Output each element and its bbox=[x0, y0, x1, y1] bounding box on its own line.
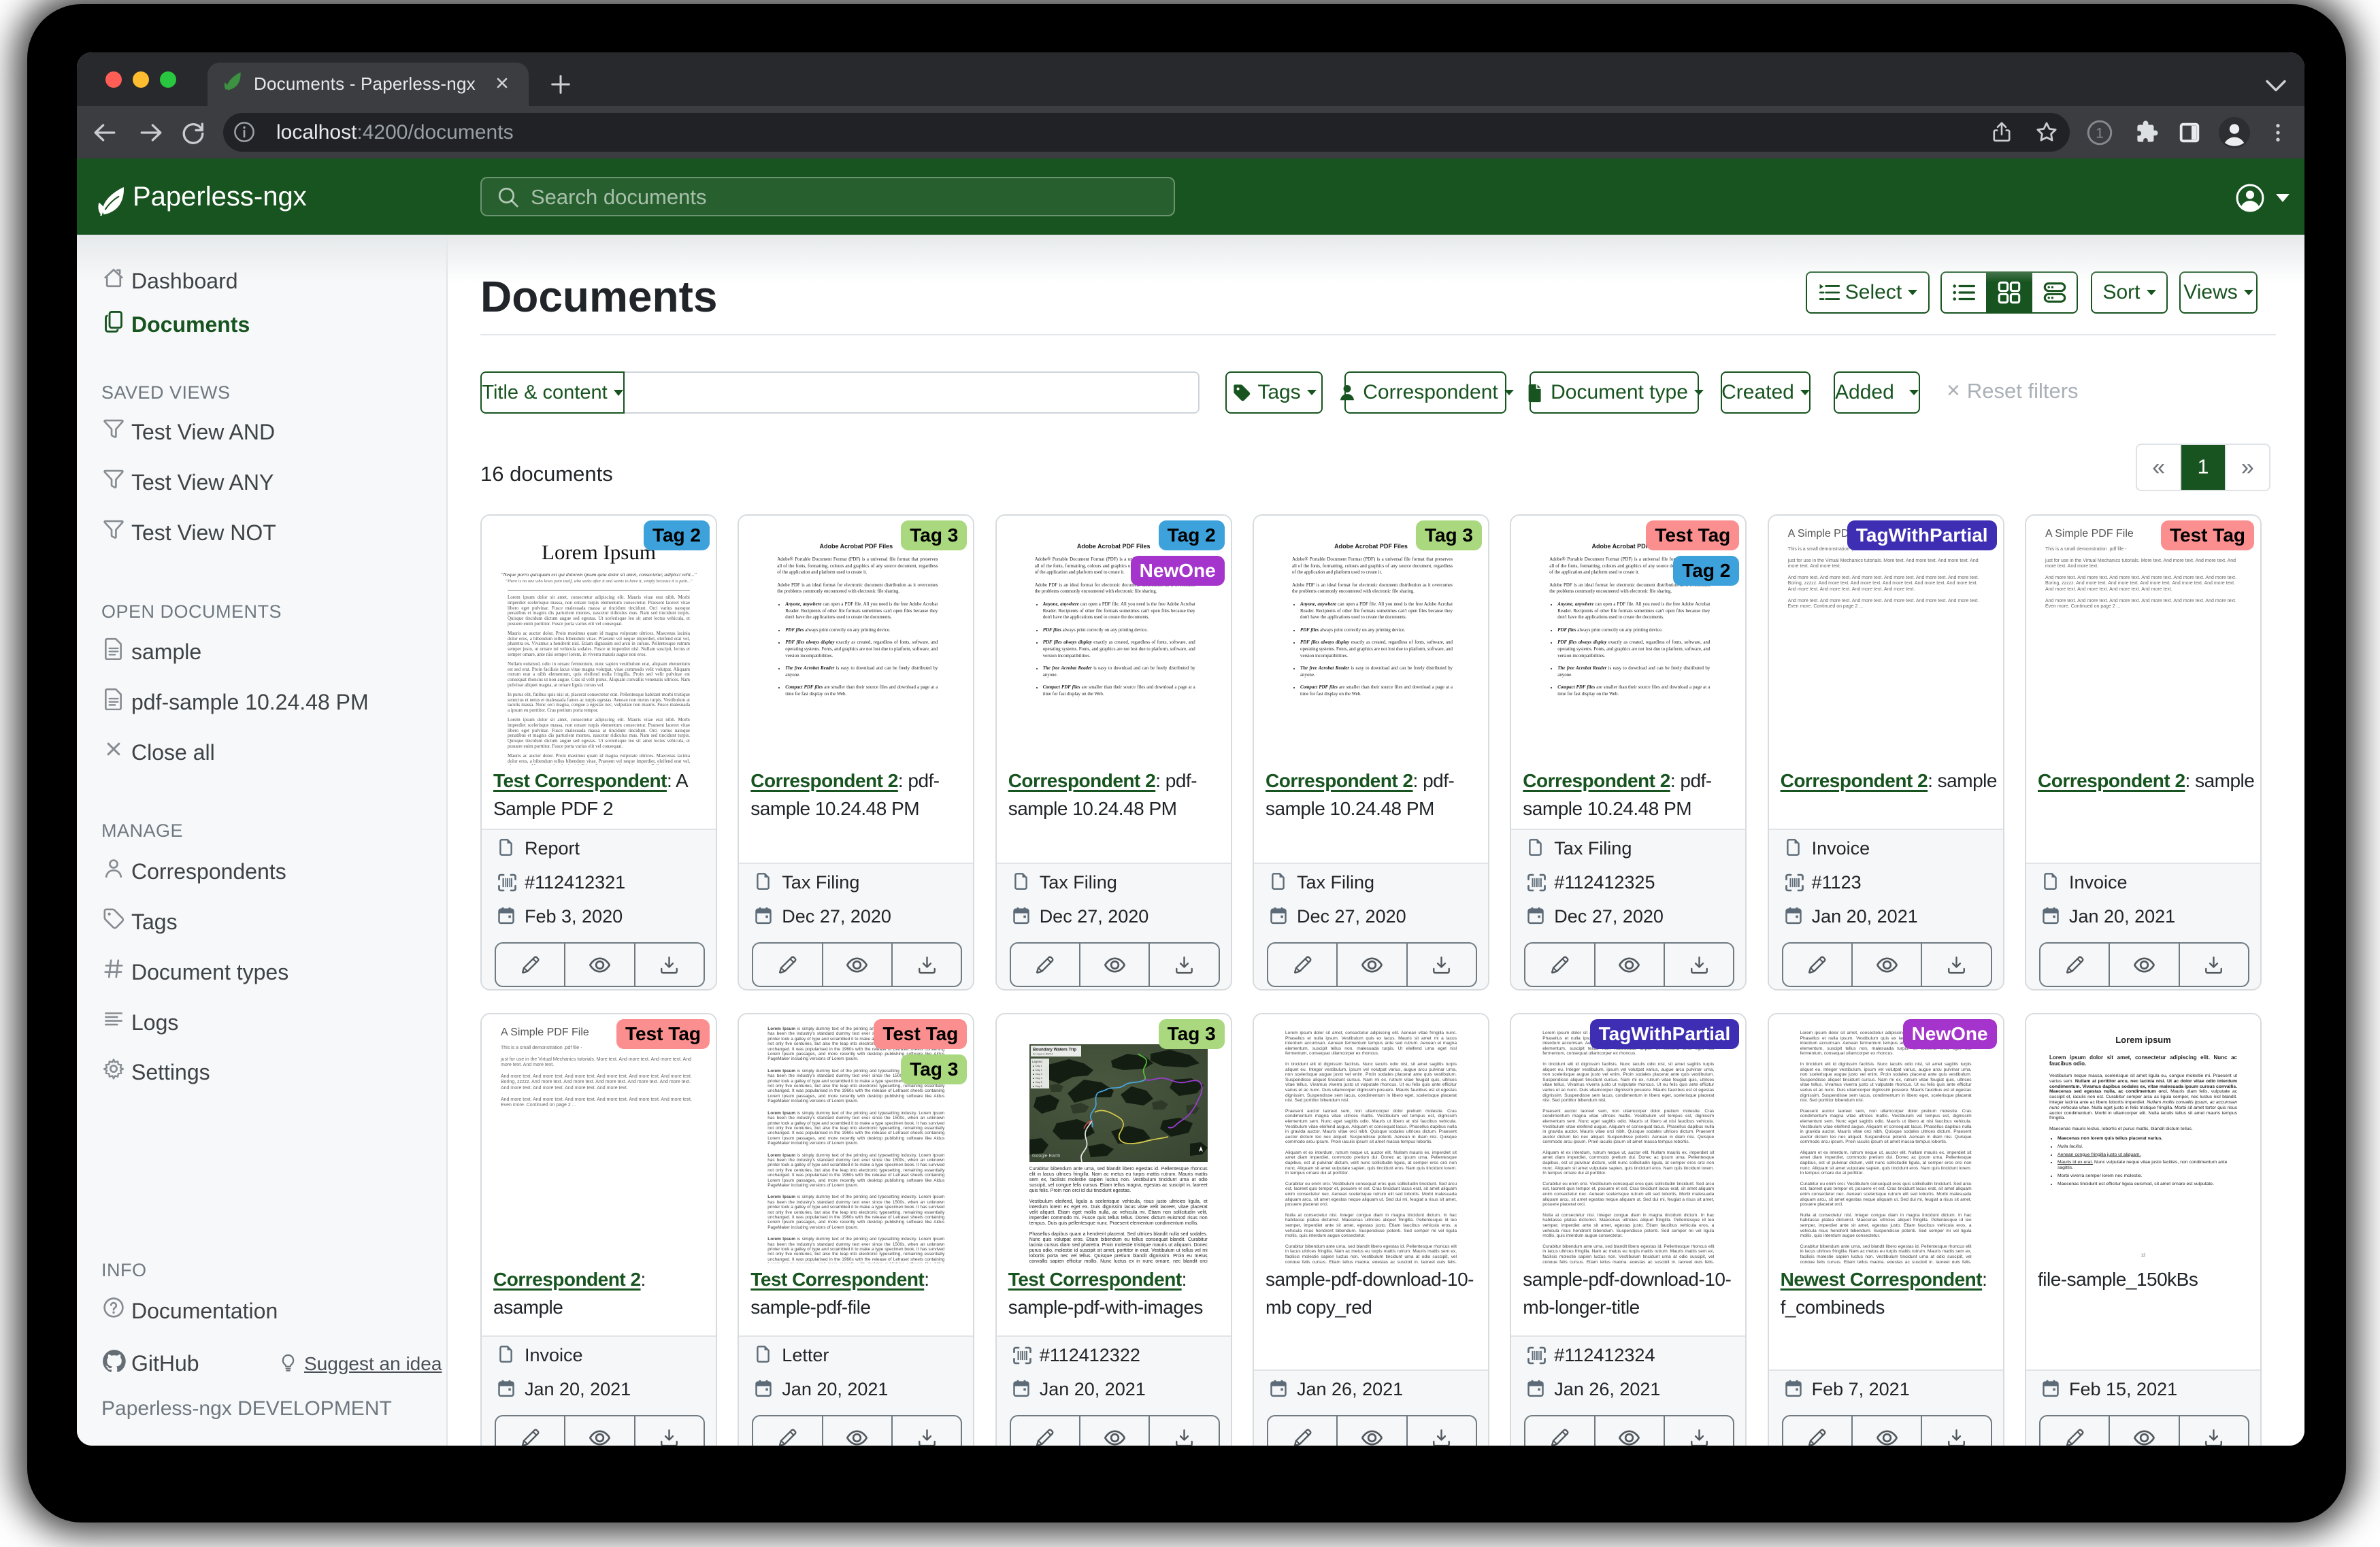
svg-text:▲ Day 1: ▲ Day 1 bbox=[1032, 1065, 1042, 1067]
svg-text:for days in BWCA: for days in BWCA bbox=[1033, 1053, 1053, 1056]
svg-text:Boundary Waters Trip: Boundary Waters Trip bbox=[1033, 1048, 1076, 1052]
svg-text:Google Earth: Google Earth bbox=[1032, 1154, 1060, 1159]
svg-text:▲ Day 5: ▲ Day 5 bbox=[1032, 1081, 1042, 1084]
svg-text:▲ Day 2: ▲ Day 2 bbox=[1032, 1069, 1042, 1071]
svg-text:▲ Day 4: ▲ Day 4 bbox=[1032, 1077, 1042, 1080]
svg-text:▲ Day 3: ▲ Day 3 bbox=[1032, 1073, 1042, 1076]
svg-text:Legend: Legend bbox=[1032, 1060, 1042, 1063]
svg-text:▲ Day 6: ▲ Day 6 bbox=[1032, 1085, 1042, 1088]
svg-text:1: 1 bbox=[2096, 125, 2104, 142]
